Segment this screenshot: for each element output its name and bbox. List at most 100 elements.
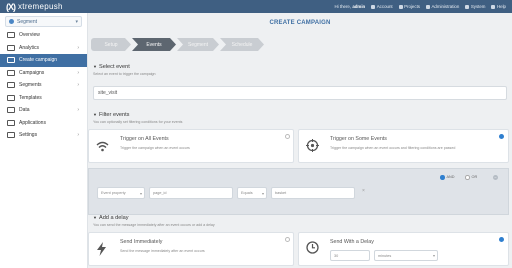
- template-icon: [7, 94, 15, 101]
- sidebar-item-label: Settings: [19, 132, 38, 139]
- sidebar-item-label: Applications: [19, 119, 46, 126]
- logo-text: xtremepush: [18, 2, 63, 11]
- sidebar-item-label: Create campaign: [19, 57, 58, 64]
- chevron-down-icon: ▾: [261, 190, 264, 196]
- segment-icon: [9, 19, 14, 24]
- database-icon: [7, 107, 15, 114]
- top-bar: (X) xtremepush Hi there, admin Account P…: [0, 0, 512, 13]
- greeting: Hi there, admin: [334, 4, 366, 9]
- caret-down-icon: ▼: [93, 112, 97, 117]
- send-with-delay-card[interactable]: Send With a Delay 30 minutes ▾: [298, 232, 509, 266]
- sidebar-item-label: Segments: [19, 82, 42, 89]
- add-delay-heading: ▼ Add a delay: [93, 215, 129, 221]
- logo[interactable]: (X) xtremepush: [0, 2, 90, 12]
- segment-selector[interactable]: Segment ▾: [5, 16, 82, 27]
- card-description: Trigger the campaign when an event occur…: [120, 146, 190, 150]
- select-event-heading: ▼ Select event: [93, 64, 130, 70]
- step-schedule[interactable]: Schedule: [220, 38, 264, 51]
- filter-conditions-panel: AND OR − Event property ▾ page_id Equals ▾…: [88, 168, 509, 215]
- folder-icon: [398, 4, 403, 9]
- event-input[interactable]: site_visit: [93, 86, 507, 100]
- chart-icon: [7, 44, 15, 51]
- or-option[interactable]: OR: [465, 175, 477, 180]
- administration-link[interactable]: Administration: [426, 4, 459, 9]
- help-icon: [491, 4, 496, 9]
- megaphone-icon: [7, 69, 15, 76]
- bolt-icon: [97, 242, 106, 256]
- sidebar-item-analytics[interactable]: Analytics ›: [0, 42, 87, 55]
- sidebar-item-campaigns[interactable]: Campaigns ›: [0, 67, 87, 80]
- event-property-select[interactable]: Event property ▾: [97, 187, 145, 199]
- add-delay-subtitle: You can send the message immediately aft…: [93, 223, 215, 227]
- send-immediately-card[interactable]: Send Immediately Send the message immedi…: [88, 232, 294, 266]
- chevron-down-icon: ▾: [139, 190, 142, 196]
- card-title: Send Immediately: [120, 239, 163, 245]
- remove-group-icon[interactable]: −: [493, 175, 498, 180]
- sidebar-item-applications[interactable]: Applications: [0, 117, 87, 130]
- caret-down-icon: ▼: [93, 215, 97, 220]
- sidebar-item-data[interactable]: Data ›: [0, 104, 87, 117]
- sidebar-item-label: Overview: [19, 32, 40, 39]
- caret-down-icon: ▼: [93, 64, 97, 69]
- username: admin: [352, 4, 366, 9]
- remove-condition-icon[interactable]: ×: [362, 188, 365, 194]
- delay-amount-input[interactable]: 30: [330, 250, 370, 261]
- trigger-all-radio[interactable]: [285, 134, 290, 139]
- chevron-right-icon: ›: [77, 107, 79, 114]
- user-icon: [371, 4, 376, 9]
- sidebar-item-segments[interactable]: Segments ›: [0, 79, 87, 92]
- sidebar-item-label: Analytics: [19, 44, 40, 51]
- chevron-down-icon: ▾: [75, 18, 78, 25]
- send-with-delay-radio[interactable]: [499, 237, 504, 242]
- step-setup[interactable]: Setup: [91, 38, 131, 51]
- card-description: Trigger the campaign when an event occur…: [330, 146, 456, 150]
- sidebar-item-templates[interactable]: Templates: [0, 92, 87, 105]
- server-icon: [465, 4, 470, 9]
- apps-icon: [7, 119, 15, 126]
- send-icon: [7, 57, 15, 64]
- projects-link[interactable]: Projects: [398, 4, 420, 9]
- or-radio: [465, 175, 470, 180]
- segment-selector-label: Segment: [17, 18, 38, 25]
- sidebar-item-create-campaign[interactable]: Create campaign: [0, 54, 87, 67]
- chevron-down-icon: ▾: [432, 253, 435, 258]
- and-option[interactable]: AND: [440, 175, 455, 180]
- system-link[interactable]: System: [465, 4, 485, 9]
- target-icon: [306, 139, 319, 152]
- sidebar-item-settings[interactable]: Settings ›: [0, 129, 87, 142]
- account-link[interactable]: Account: [371, 4, 393, 9]
- card-title: Trigger on Some Events: [330, 136, 387, 142]
- property-key-input[interactable]: page_id: [149, 187, 233, 199]
- card-title: Trigger on All Events: [120, 136, 169, 142]
- chevron-right-icon: ›: [77, 82, 79, 89]
- property-value-input[interactable]: basket: [271, 187, 355, 199]
- wifi-icon: [96, 141, 109, 152]
- step-events[interactable]: Events: [132, 38, 176, 51]
- sidebar-item-label: Data: [19, 107, 30, 114]
- monitor-icon: [7, 32, 15, 39]
- trigger-some-radio[interactable]: [499, 134, 504, 139]
- sidebar-item-overview[interactable]: Overview: [0, 29, 87, 42]
- operator-select[interactable]: Equals ▾: [237, 187, 267, 199]
- event-input-value: site_visit: [98, 90, 118, 96]
- and-radio: [440, 175, 445, 180]
- sidebar-item-label: Campaigns: [19, 69, 45, 76]
- pie-icon: [7, 82, 15, 89]
- chevron-right-icon: ›: [77, 69, 79, 76]
- trigger-all-events-card[interactable]: Trigger on All Events Trigger the campai…: [88, 129, 294, 163]
- filter-events-heading: ▼ Filter events: [93, 112, 130, 118]
- gear-icon: [7, 132, 15, 139]
- step-segment[interactable]: Segment: [177, 38, 219, 51]
- clock-icon: [306, 241, 319, 254]
- trigger-some-events-card[interactable]: Trigger on Some Events Trigger the campa…: [298, 129, 509, 163]
- page-title: CREATE CAMPAIGN: [269, 20, 331, 26]
- delay-unit-select[interactable]: minutes ▾: [374, 250, 438, 261]
- help-link[interactable]: Help: [491, 4, 506, 9]
- send-immediately-radio[interactable]: [285, 237, 290, 242]
- sidebar-item-label: Templates: [19, 94, 42, 101]
- chevron-right-icon: ›: [77, 44, 79, 51]
- filter-events-subtitle: You can optionally set filtering conditi…: [93, 120, 183, 124]
- top-nav: Hi there, admin Account Projects Adminis…: [334, 4, 512, 9]
- chevron-right-icon: ›: [77, 132, 79, 139]
- card-title: Send With a Delay: [330, 239, 374, 245]
